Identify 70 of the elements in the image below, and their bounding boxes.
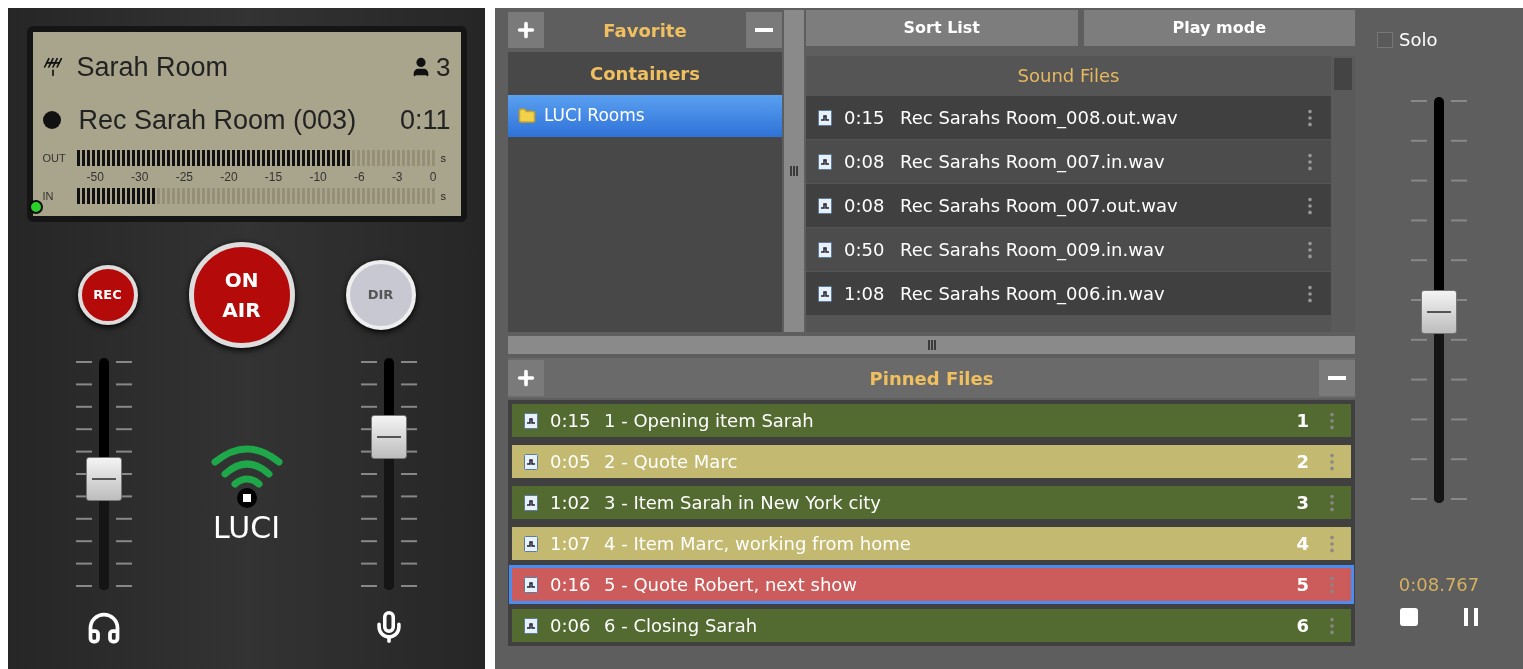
- audio-file-icon: [818, 285, 832, 302]
- sort-list-dropdown[interactable]: Sort List: [806, 10, 1078, 46]
- remove-button[interactable]: [1319, 360, 1355, 396]
- fader-thumb[interactable]: [86, 456, 122, 501]
- meter-scale-label: -20: [220, 169, 238, 186]
- pinned-files-title: Pinned Files: [869, 366, 994, 391]
- audio-file-icon: [818, 197, 832, 214]
- audio-file-icon: [524, 412, 538, 429]
- recording-time: 0:11: [399, 103, 451, 137]
- grip-icon: [790, 166, 798, 176]
- meter-unit: s: [440, 150, 447, 166]
- sound-file-row[interactable]: 1:08 Rec Sarahs Room_006.in.wav: [806, 272, 1331, 316]
- audio-file-icon: [524, 617, 538, 634]
- audio-file-icon: [818, 153, 832, 170]
- pinned-file-row[interactable]: 0:16 5 - Quote Robert, next show 5: [512, 568, 1351, 601]
- plus-icon: [515, 19, 537, 41]
- dir-button[interactable]: DIR: [345, 260, 416, 330]
- pause-button[interactable]: [1464, 608, 1478, 626]
- meter-unit: s: [440, 188, 447, 204]
- meter-scale-label: -30: [131, 169, 149, 186]
- fader-thumb[interactable]: [371, 414, 407, 459]
- folder-icon: [518, 107, 536, 125]
- audio-file-icon: [818, 241, 832, 258]
- meter-scale-label: -3: [391, 169, 403, 186]
- meter-scale-label: -50: [86, 169, 104, 186]
- sound-file-row[interactable]: 0:15 Rec Sarahs Room_008.out.wav: [806, 96, 1331, 140]
- minus-icon: [1328, 376, 1346, 380]
- meter-scale-label: 0: [429, 169, 437, 186]
- containers-title: Containers: [589, 62, 701, 86]
- headphones-icon[interactable]: [86, 610, 122, 646]
- audio-file-icon: [524, 535, 538, 552]
- playback-time: 0:08.767: [1398, 573, 1480, 597]
- sound-files-title: Sound Files: [1016, 64, 1121, 88]
- sound-file-row[interactable]: 0:08 Rec Sarahs Room_007.in.wav: [806, 140, 1331, 184]
- pinned-file-row[interactable]: 0:06 6 - Closing Sarah 6: [512, 609, 1351, 642]
- onair-button[interactable]: ON AIR: [188, 242, 295, 348]
- antenna-icon: [42, 57, 63, 77]
- vertical-scrollbar[interactable]: [1331, 56, 1355, 332]
- room-name: Sarah Room: [76, 50, 230, 84]
- meter-scale-label: -6: [353, 169, 365, 186]
- sound-file-row[interactable]: 0:50 Rec Sarahs Room_009.in.wav: [806, 228, 1331, 272]
- audio-file-icon: [818, 109, 832, 126]
- recording-name: Rec Sarah Room (003): [78, 103, 358, 137]
- meter-scale-label: -10: [309, 169, 327, 186]
- audio-file-icon: [524, 494, 538, 511]
- plus-icon: [515, 367, 537, 389]
- audio-file-icon: [524, 576, 538, 593]
- favorite-title: Favorite: [603, 18, 687, 43]
- minus-icon: [755, 28, 773, 32]
- add-button[interactable]: [508, 12, 544, 48]
- sound-file-row[interactable]: 0:08 Rec Sarahs Room_007.out.wav: [806, 184, 1331, 228]
- meter-label: IN: [42, 188, 55, 204]
- record-dot-icon: [42, 111, 61, 129]
- solo-label: Solo: [1399, 28, 1438, 52]
- container-item[interactable]: LUCI Rooms: [508, 95, 782, 137]
- solo-checkbox[interactable]: [1377, 31, 1393, 48]
- grip-icon: [927, 340, 936, 350]
- meter-scale-label: -25: [175, 169, 193, 186]
- fader-thumb[interactable]: [1421, 290, 1457, 335]
- listener-count: 3: [436, 50, 451, 84]
- logo-text: LUCI: [213, 510, 280, 546]
- pinned-file-row[interactable]: 1:02 3 - Item Sarah in New York city 3: [512, 486, 1351, 519]
- audio-file-icon: [524, 453, 538, 470]
- remove-button[interactable]: [746, 12, 782, 48]
- meter-label: OUT: [42, 150, 67, 166]
- rec-button[interactable]: REC: [77, 265, 138, 325]
- meter-scale-label: -15: [264, 169, 283, 186]
- pinned-file-row[interactable]: 0:15 1 - Opening item Sarah 1: [512, 404, 1351, 437]
- add-button[interactable]: [508, 360, 544, 396]
- play-mode-dropdown[interactable]: Play mode: [1083, 10, 1355, 46]
